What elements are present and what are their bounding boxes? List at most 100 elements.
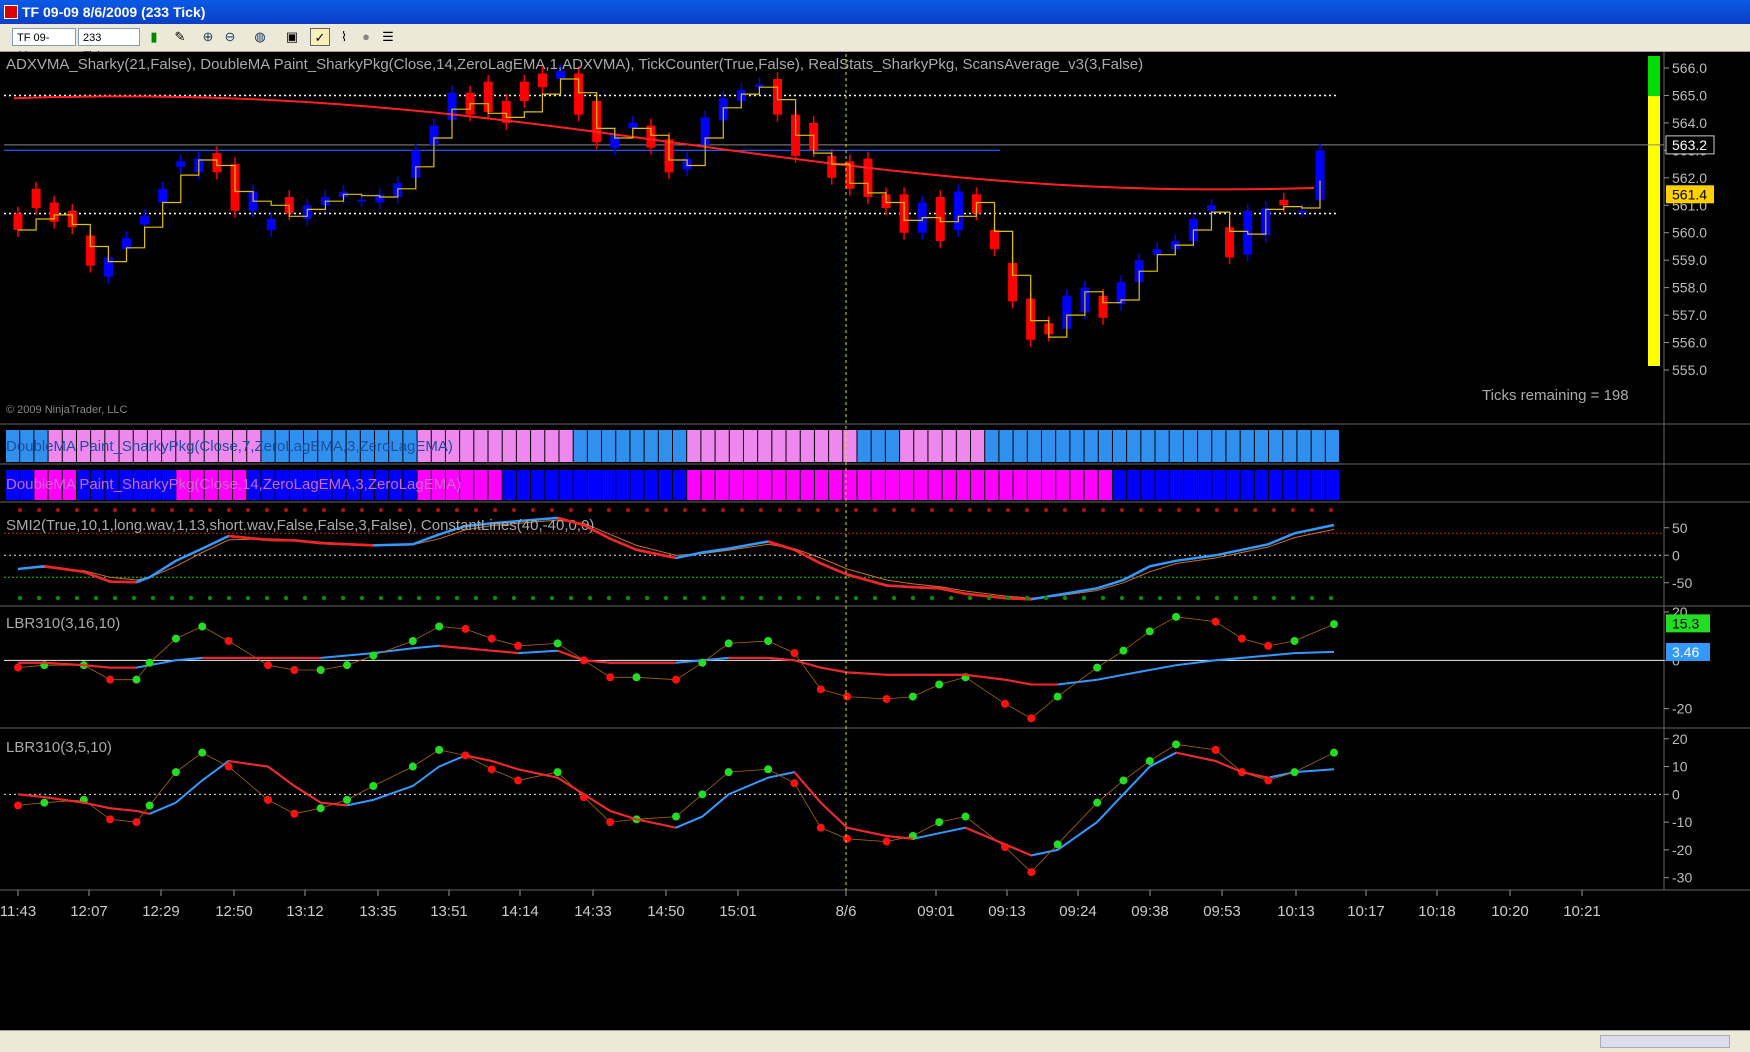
zoom-in-icon[interactable]: ⊕ bbox=[198, 28, 218, 46]
smi-top-dot bbox=[796, 507, 802, 513]
globe-icon[interactable]: ◍ bbox=[250, 28, 270, 46]
osc-fast-line bbox=[17, 743, 1335, 873]
smi-top-dot bbox=[1119, 507, 1125, 513]
ma1-color-bar-cell bbox=[1112, 430, 1127, 462]
price-panel-label: ADXVMA_Sharky(21,False), DoubleMA Paint_… bbox=[6, 56, 1143, 73]
ma2-color-bar-cell bbox=[687, 470, 701, 500]
ma2-color-bar-cell bbox=[843, 470, 857, 500]
ma1-color-bar-cell bbox=[900, 430, 914, 462]
ma2-color-bar-cell bbox=[999, 470, 1013, 500]
smi-top-dot bbox=[226, 507, 232, 513]
draw-pencil-icon[interactable]: ✎ bbox=[170, 28, 190, 46]
price-tick-label: 565.0 bbox=[1672, 87, 1707, 103]
ma2-color-bar-cell bbox=[602, 470, 616, 500]
lbr1-falling-segment bbox=[847, 671, 887, 676]
smi-bottom-dot bbox=[549, 595, 555, 601]
smi-top-dot bbox=[872, 507, 878, 513]
candle-body bbox=[357, 199, 367, 202]
smi-bottom-dot bbox=[853, 595, 859, 601]
lbr2-falling-segment bbox=[1241, 771, 1269, 779]
ma1-color-bar-cell bbox=[985, 430, 999, 462]
circle-icon[interactable]: ● bbox=[356, 28, 376, 46]
smi-bottom-dot bbox=[644, 595, 650, 601]
osc-dot bbox=[790, 779, 799, 788]
osc-dot bbox=[790, 649, 799, 658]
osc-dot bbox=[408, 637, 417, 645]
smi-bottom-dot bbox=[701, 595, 707, 601]
ma2-color-bar-cell bbox=[460, 470, 474, 500]
time-tick-label: 11:43 bbox=[0, 903, 36, 920]
osc-dot bbox=[553, 768, 562, 777]
lbr2-falling-segment bbox=[136, 810, 150, 815]
ma1-panel-label: DoubleMA Paint_SharkyPkg(Close,7,ZeroLag… bbox=[6, 438, 453, 455]
smi-bottom-dot bbox=[1100, 595, 1106, 601]
candle-body bbox=[990, 229, 999, 250]
smi-falling-segment bbox=[346, 543, 374, 547]
osc-dot bbox=[316, 804, 325, 813]
smi-bottom-dot bbox=[1119, 595, 1125, 601]
price-tick-label: 560.0 bbox=[1672, 225, 1707, 241]
properties-icon[interactable]: ☰ bbox=[378, 28, 398, 46]
ma2-color-bar-cell bbox=[1198, 470, 1212, 500]
smi-bottom-dot bbox=[625, 595, 631, 601]
ma2-color-bar-cell bbox=[630, 470, 644, 500]
osc-dot bbox=[514, 776, 523, 785]
osc-dot bbox=[672, 675, 680, 684]
ma2-color-bar-cell bbox=[616, 470, 630, 500]
indicators-icon[interactable]: ✓ bbox=[310, 28, 330, 46]
strategies-icon[interactable]: ⌇ bbox=[334, 28, 354, 46]
osc-dot bbox=[935, 680, 944, 689]
ma1-color-bar-cell bbox=[573, 430, 587, 462]
ma2-color-bar-cell bbox=[1240, 470, 1254, 500]
osc-dot bbox=[14, 801, 22, 810]
time-tick-label: 09:53 bbox=[1203, 903, 1241, 920]
price-tick-label: 558.0 bbox=[1672, 280, 1707, 296]
ma2-color-bar-cell bbox=[900, 470, 914, 500]
osc-tick-label: 0 bbox=[1672, 786, 1680, 802]
ma2-color-bar-cell bbox=[1325, 470, 1339, 500]
smi-top-dot bbox=[530, 507, 536, 513]
ma1-color-bar-cell bbox=[531, 430, 545, 462]
smi-top-dot bbox=[340, 507, 346, 513]
lbr2-falling-segment bbox=[820, 801, 848, 829]
smi-top-dot bbox=[587, 507, 593, 513]
smi-bottom-dot bbox=[1157, 595, 1163, 601]
osc-tick-label: -20 bbox=[1672, 842, 1692, 858]
smi-bottom-dot bbox=[283, 595, 289, 601]
candle-body bbox=[537, 73, 547, 88]
ma1-color-bar-cell bbox=[999, 430, 1013, 462]
zoom-out-icon[interactable]: ⊖ bbox=[220, 28, 240, 46]
osc-dot bbox=[198, 748, 207, 757]
tick-progress-bar bbox=[1648, 56, 1660, 366]
ma1-color-bar-cell bbox=[474, 430, 488, 462]
smi-top-dot bbox=[302, 507, 308, 513]
price-tick-label: 555.0 bbox=[1672, 362, 1707, 378]
ma2-color-bar-cell bbox=[1056, 470, 1070, 500]
bar-type-icon[interactable]: ▮ bbox=[144, 28, 164, 46]
smi-bottom-dot bbox=[188, 595, 194, 601]
osc-dot bbox=[1290, 768, 1299, 777]
smi-bottom-dot bbox=[207, 595, 213, 601]
osc-dot bbox=[1053, 692, 1062, 701]
smi-top-dot bbox=[1176, 507, 1182, 513]
osc-tick-label: 50 bbox=[1672, 520, 1688, 536]
ma1-color-bar-cell bbox=[1269, 430, 1283, 462]
data-box-icon[interactable]: ▣ bbox=[282, 28, 302, 46]
ma2-color-bar-cell bbox=[1112, 470, 1127, 500]
smi-falling-segment bbox=[846, 573, 887, 587]
smi-falling-segment bbox=[767, 540, 795, 551]
smi-bottom-dot bbox=[74, 595, 80, 601]
lbr1-falling-segment bbox=[465, 647, 492, 652]
smi-top-dot bbox=[1100, 507, 1106, 513]
osc-dot bbox=[224, 637, 233, 645]
interval-select[interactable]: 233 Tick ▼ bbox=[78, 28, 140, 62]
ma2-color-bar-cell bbox=[1183, 470, 1198, 500]
osc-dot bbox=[698, 790, 707, 799]
time-tick-label: 8/6 bbox=[836, 903, 857, 920]
chart-area[interactable]: 566.0565.0564.0563.0562.0561.0560.0559.0… bbox=[0, 52, 1750, 1030]
instrument-select[interactable]: TF 09-09 ▼ bbox=[12, 28, 76, 62]
osc-dot bbox=[961, 812, 970, 821]
lbr2-falling-segment bbox=[1215, 760, 1243, 774]
horizontal-scrollbar[interactable] bbox=[1600, 1035, 1730, 1048]
smi-top-dot bbox=[1043, 507, 1049, 513]
